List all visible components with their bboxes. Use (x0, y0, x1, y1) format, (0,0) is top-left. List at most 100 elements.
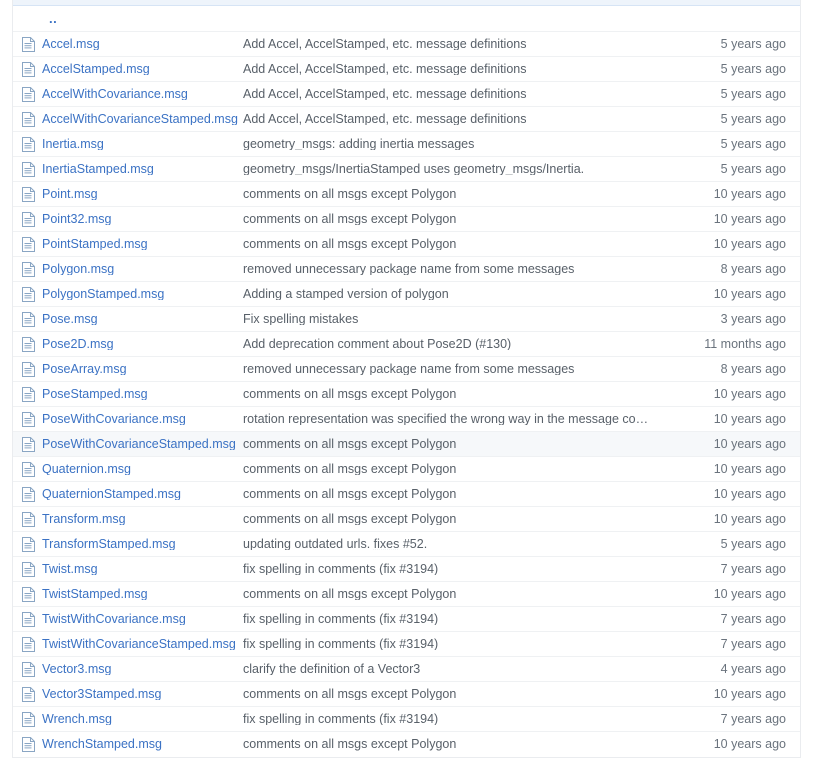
table-row[interactable]: Twist.msg fix spelling in comments (fix #… (13, 557, 800, 582)
commit-message-cell[interactable]: comments on all msgs except Polygon (243, 438, 714, 451)
table-row[interactable]: Quaternion.msg comments on all msgs excep… (13, 457, 800, 482)
commit-message-cell[interactable]: clarify the definition of a Vector3 (243, 663, 721, 676)
table-row[interactable]: QuaternionStamped.msg comments on all msg… (13, 482, 800, 507)
commit-age-cell: 10 years ago (713, 236, 786, 251)
table-row[interactable]: AccelStamped.msg Add Accel, AccelStamped,… (13, 57, 800, 82)
commit-message-cell[interactable]: fix spelling in comments (fix #3194) (243, 713, 721, 726)
table-row[interactable]: Pose2D.msg Add deprecation comment about … (13, 332, 800, 357)
file-icon (21, 136, 35, 152)
commit-message-cell[interactable]: comments on all msgs except Polygon (243, 388, 714, 401)
commit-message-cell[interactable]: geometry_msgs: adding inertia messages (243, 138, 721, 151)
file-name-link[interactable]: Transform.msg (42, 513, 126, 526)
file-name-link[interactable]: Polygon.msg (42, 263, 114, 276)
commit-message-cell[interactable]: comments on all msgs except Polygon (243, 688, 714, 701)
table-row[interactable]: InertiaStamped.msg geometry_msgs/InertiaS… (13, 157, 800, 182)
table-row[interactable]: Pose.msg Fix spelling mistakes 3 years ago (13, 307, 800, 332)
table-row[interactable]: PointStamped.msg comments on all msgs exc… (13, 232, 800, 257)
commit-message-cell[interactable]: comments on all msgs except Polygon (243, 738, 714, 751)
table-row[interactable]: PolygonStamped.msg Adding a stamped versi… (13, 282, 800, 307)
table-row[interactable]: AccelWithCovariance.msg Add Accel, AccelS… (13, 82, 800, 107)
commit-message-cell[interactable]: fix spelling in comments (fix #3194) (243, 613, 721, 626)
commit-message-cell[interactable]: Adding a stamped version of polygon (243, 288, 714, 301)
commit-age-cell: 11 months ago (704, 336, 786, 351)
table-row[interactable]: Polygon.msg removed unnecessary package n… (13, 257, 800, 282)
table-row[interactable]: PoseArray.msg removed unnecessary package… (13, 357, 800, 382)
commit-age-cell: 10 years ago (713, 211, 786, 226)
commit-message-cell[interactable]: comments on all msgs except Polygon (243, 213, 714, 226)
file-name-link[interactable]: Pose2D.msg (42, 338, 114, 351)
file-name-link[interactable]: Quaternion.msg (42, 463, 131, 476)
file-name-link[interactable]: InertiaStamped.msg (42, 163, 154, 176)
table-row[interactable]: WrenchStamped.msg comments on all msgs ex… (13, 732, 800, 757)
commit-message-cell[interactable]: Add Accel, AccelStamped, etc. message de… (243, 113, 721, 126)
file-icon (21, 611, 35, 627)
file-name-cell: TransformStamped.msg (21, 536, 243, 552)
file-name-link[interactable]: AccelWithCovariance.msg (42, 88, 188, 101)
file-name-link[interactable]: TwistWithCovarianceStamped.msg (42, 638, 236, 651)
commit-message-cell[interactable]: Add Accel, AccelStamped, etc. message de… (243, 88, 721, 101)
file-name-link[interactable]: PoseStamped.msg (42, 388, 148, 401)
table-row[interactable]: Inertia.msg geometry_msgs: adding inertia… (13, 132, 800, 157)
table-row[interactable]: TransformStamped.msg updating outdated ur… (13, 532, 800, 557)
commit-message-cell[interactable]: comments on all msgs except Polygon (243, 463, 714, 476)
table-row[interactable]: Vector3Stamped.msg comments on all msgs e… (13, 682, 800, 707)
table-row[interactable]: Point32.msg comments on all msgs except P… (13, 207, 800, 232)
file-name-link[interactable]: Inertia.msg (42, 138, 104, 151)
table-row[interactable]: Point.msg comments on all msgs except Pol… (13, 182, 800, 207)
file-name-cell: Inertia.msg (21, 136, 243, 152)
file-name-link[interactable]: PointStamped.msg (42, 238, 148, 251)
file-name-link[interactable]: Vector3Stamped.msg (42, 688, 162, 701)
commit-message-cell[interactable]: Add deprecation comment about Pose2D (#1… (243, 338, 704, 351)
file-name-cell: AccelStamped.msg (21, 61, 243, 77)
file-name-link[interactable]: Wrench.msg (42, 713, 112, 726)
file-name-link[interactable]: TwistStamped.msg (42, 588, 148, 601)
file-name-link[interactable]: Vector3.msg (42, 663, 111, 676)
commit-message-cell[interactable]: comments on all msgs except Polygon (243, 488, 714, 501)
commit-message-cell[interactable]: rotation representation was specified th… (243, 413, 714, 426)
commit-message-cell[interactable]: comments on all msgs except Polygon (243, 513, 714, 526)
commit-message-cell[interactable]: comments on all msgs except Polygon (243, 238, 714, 251)
file-name-link[interactable]: PoseWithCovarianceStamped.msg (42, 438, 236, 451)
table-row[interactable]: PoseStamped.msg comments on all msgs exce… (13, 382, 800, 407)
file-name-link[interactable]: QuaternionStamped.msg (42, 488, 181, 501)
file-icon (21, 236, 35, 252)
file-icon (21, 711, 35, 727)
file-name-link[interactable]: PoseArray.msg (42, 363, 127, 376)
commit-message-cell[interactable]: comments on all msgs except Polygon (243, 588, 714, 601)
table-row[interactable]: Accel.msg Add Accel, AccelStamped, etc. m… (13, 32, 800, 57)
commit-message-cell[interactable]: geometry_msgs/InertiaStamped uses geomet… (243, 163, 721, 176)
table-row[interactable]: AccelWithCovarianceStamped.msg Add Accel,… (13, 107, 800, 132)
commit-message-cell[interactable]: Fix spelling mistakes (243, 313, 721, 326)
file-name-link[interactable]: AccelStamped.msg (42, 63, 150, 76)
file-name-link[interactable]: TwistWithCovariance.msg (42, 613, 186, 626)
parent-directory-row[interactable]: .. (13, 6, 800, 32)
commit-message-cell[interactable]: Add Accel, AccelStamped, etc. message de… (243, 63, 721, 76)
commit-message-cell[interactable]: fix spelling in comments (fix #3194) (243, 638, 721, 651)
table-row[interactable]: Transform.msg comments on all msgs except… (13, 507, 800, 532)
commit-message-cell[interactable]: comments on all msgs except Polygon (243, 188, 714, 201)
file-name-link[interactable]: PolygonStamped.msg (42, 288, 164, 301)
file-name-link[interactable]: Accel.msg (42, 38, 100, 51)
file-name-link[interactable]: Point.msg (42, 188, 98, 201)
file-name-link[interactable]: Twist.msg (42, 563, 98, 576)
commit-message-cell[interactable]: updating outdated urls. fixes #52. (243, 538, 721, 551)
commit-message-cell[interactable]: removed unnecessary package name from so… (243, 363, 721, 376)
table-row[interactable]: TwistWithCovariance.msg fix spelling in c… (13, 607, 800, 632)
table-row[interactable]: TwistStamped.msg comments on all msgs exc… (13, 582, 800, 607)
commit-message-cell[interactable]: Add Accel, AccelStamped, etc. message de… (243, 38, 721, 51)
file-name-cell: TwistWithCovarianceStamped.msg (21, 636, 243, 652)
file-name-link[interactable]: AccelWithCovarianceStamped.msg (42, 113, 238, 126)
table-row[interactable]: Vector3.msg clarify the definition of a V… (13, 657, 800, 682)
file-name-link[interactable]: PoseWithCovariance.msg (42, 413, 186, 426)
table-row[interactable]: Wrench.msg fix spelling in comments (fix … (13, 707, 800, 732)
file-name-link[interactable]: Pose.msg (42, 313, 98, 326)
parent-directory-link[interactable]: .. (21, 12, 57, 25)
file-name-link[interactable]: WrenchStamped.msg (42, 738, 162, 751)
table-row[interactable]: TwistWithCovarianceStamped.msg fix spelli… (13, 632, 800, 657)
file-name-link[interactable]: TransformStamped.msg (42, 538, 176, 551)
file-name-link[interactable]: Point32.msg (42, 213, 111, 226)
table-row[interactable]: PoseWithCovarianceStamped.msg comments on… (13, 432, 800, 457)
table-row[interactable]: PoseWithCovariance.msg rotation represent… (13, 407, 800, 432)
commit-message-cell[interactable]: removed unnecessary package name from so… (243, 263, 721, 276)
commit-message-cell[interactable]: fix spelling in comments (fix #3194) (243, 563, 721, 576)
